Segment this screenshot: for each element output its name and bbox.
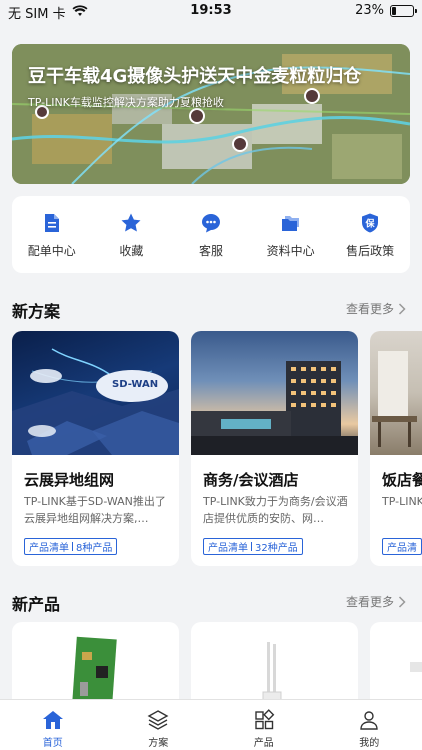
card-description: TP-LINK 供优质的 xyxy=(382,495,422,508)
quick-item-resource-center[interactable]: 资料中心 xyxy=(251,196,331,273)
quick-item-label: 配单中心 xyxy=(27,244,76,258)
section-title: 新方案 xyxy=(12,302,61,321)
quick-item-label: 收藏 xyxy=(119,244,144,258)
solution-card[interactable]: 商务/会议酒店 TP-LINK致力于为商务/会议酒店提供优质的安防、网… 产品清… xyxy=(191,331,358,566)
product-list-tag[interactable]: 产品清单 8种产品 xyxy=(24,538,118,555)
solution-card[interactable]: SD-WAN 云展异地组网 TP-LINK基于SD-WAN推出了云展异地组网解决… xyxy=(12,331,179,566)
svg-text:保: 保 xyxy=(365,218,376,230)
chevron-right-icon xyxy=(398,302,406,315)
tab-profile[interactable]: 我的 xyxy=(317,700,422,750)
solutions-header: 新方案 查看更多 xyxy=(12,298,410,322)
tab-label: 我的 xyxy=(359,738,380,749)
promo-banner[interactable]: 豆干车载4G摄像头护送天中金麦粒粒归仓 TP-LINK车载监控解决方案助力夏粮抢… xyxy=(12,44,410,184)
document-icon xyxy=(44,214,59,232)
banner-subtitle: TP-LINK车载监控解决方案助力夏粮抢收 xyxy=(28,96,224,109)
tag-count: 8种产品 xyxy=(76,543,113,554)
shield-icon: 保 xyxy=(362,213,379,233)
battery-icon xyxy=(390,4,417,17)
card-description: TP-LINK基于SD-WAN推出了云展异地组网解决方案,… xyxy=(24,495,166,525)
product-list-tag[interactable]: 产品清单 32种产品 xyxy=(203,538,303,555)
see-more-label: 查看更多 xyxy=(345,302,394,316)
product-list-tag[interactable]: 产品清 xyxy=(382,538,422,555)
card-image-caption: SD-WAN xyxy=(112,379,159,390)
quick-item-label: 资料中心 xyxy=(266,244,315,258)
card-title: 饭店餐 xyxy=(382,471,422,489)
quick-item-label: 客服 xyxy=(198,244,223,258)
star-icon xyxy=(121,213,141,232)
tag-label: 产品清单 xyxy=(29,543,69,554)
banner-title: 豆干车载4G摄像头护送天中金麦粒粒归仓 xyxy=(28,66,362,87)
layers-icon xyxy=(147,710,169,730)
card-description: TP-LINK致力于为商务/会议酒店提供优质的安防、网… xyxy=(203,495,348,525)
quick-access-bar: 配单中心 收藏 客服 资料中心 保 售后政策 xyxy=(12,196,410,273)
tab-home[interactable]: 首页 xyxy=(0,700,106,750)
user-icon xyxy=(360,711,378,730)
quick-item-favorites[interactable]: 收藏 xyxy=(92,196,172,273)
grid-icon xyxy=(255,709,275,730)
solution-card[interactable]: 饭店餐 TP-LINK 供优质的 产品清 xyxy=(370,331,422,566)
battery-percent: 23% xyxy=(355,3,384,18)
card-title: 云展异地组网 xyxy=(24,471,115,489)
tag-count: 32种产品 xyxy=(255,543,298,554)
tag-label: 产品清 xyxy=(387,543,417,554)
card-image xyxy=(191,331,358,455)
card-image: SD-WAN xyxy=(12,331,179,455)
quick-item-customer-service[interactable]: 客服 xyxy=(171,196,251,273)
tab-label: 方案 xyxy=(148,738,169,749)
folder-icon xyxy=(281,216,299,231)
see-more-solutions-link[interactable]: 查看更多 xyxy=(346,300,406,317)
tab-label: 产品 xyxy=(253,738,274,749)
chevron-right-icon xyxy=(398,595,406,608)
quick-item-order-center[interactable]: 配单中心 xyxy=(12,196,92,273)
card-image xyxy=(370,331,422,455)
see-more-label: 查看更多 xyxy=(345,595,394,609)
bottom-tab-bar: 首页 方案 产品 我的 xyxy=(0,699,422,750)
status-bar: 无 SIM 卡 19:53 23% xyxy=(0,0,422,22)
solution-cards: SD-WAN 云展异地组网 TP-LINK基于SD-WAN推出了云展异地组网解决… xyxy=(12,331,422,566)
quick-item-label: 售后政策 xyxy=(346,244,395,258)
home-icon xyxy=(42,711,63,729)
tab-products[interactable]: 产品 xyxy=(211,700,317,750)
section-title: 新产品 xyxy=(12,595,61,614)
tab-solutions[interactable]: 方案 xyxy=(106,700,212,750)
card-title: 商务/会议酒店 xyxy=(203,471,299,489)
tag-label: 产品清单 xyxy=(208,543,248,554)
see-more-products-link[interactable]: 查看更多 xyxy=(346,593,406,610)
quick-item-after-sales[interactable]: 保 售后政策 xyxy=(330,196,410,273)
chat-icon xyxy=(201,214,220,233)
tab-label: 首页 xyxy=(42,738,63,749)
products-header: 新产品 查看更多 xyxy=(12,591,410,615)
